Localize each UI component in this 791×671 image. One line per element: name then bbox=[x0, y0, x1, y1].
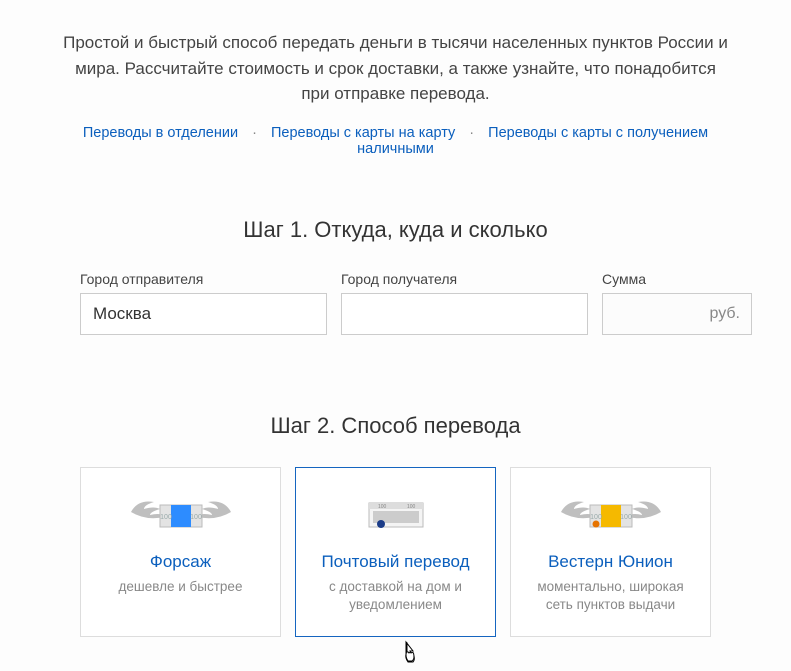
money-slot-icon: 100 100 bbox=[351, 484, 441, 540]
method-subtitle: с доставкой на дом и уведомлением bbox=[310, 578, 481, 616]
nav-links: Переводы в отделении · Переводы с карты … bbox=[50, 125, 741, 157]
method-card-western-union[interactable]: 100 100 Вестерн Юнион моментально, широк… bbox=[510, 467, 711, 637]
method-subtitle: моментально, широкая сеть пунктов выдачи bbox=[525, 578, 696, 616]
sender-city-input[interactable] bbox=[80, 293, 327, 335]
methods-row: 100 100 Форсаж дешевле и быстрее 100 100… bbox=[50, 467, 741, 637]
nav-link-branch[interactable]: Переводы в отделении bbox=[83, 125, 238, 141]
svg-text:100: 100 bbox=[407, 504, 416, 510]
method-card-forsazh[interactable]: 100 100 Форсаж дешевле и быстрее bbox=[80, 467, 281, 637]
step1-form: Город отправителя Город получателя Сумма… bbox=[50, 271, 741, 335]
winged-money-blue-icon: 100 100 bbox=[126, 484, 236, 540]
method-title: Вестерн Юнион bbox=[548, 552, 673, 572]
svg-text:100: 100 bbox=[190, 514, 202, 521]
recipient-city-input[interactable] bbox=[341, 293, 588, 335]
recipient-city-label: Город получателя bbox=[341, 271, 588, 287]
svg-text:100: 100 bbox=[590, 514, 602, 521]
method-title: Почтовый перевод bbox=[321, 552, 469, 572]
method-title: Форсаж bbox=[150, 552, 211, 572]
method-subtitle: дешевле и быстрее bbox=[119, 578, 243, 597]
currency-label: руб. bbox=[709, 305, 740, 323]
svg-text:100: 100 bbox=[160, 514, 172, 521]
method-card-postal[interactable]: 100 100 Почтовый перевод с доставкой на … bbox=[295, 467, 496, 637]
nav-link-card2card[interactable]: Переводы с карты на карту bbox=[271, 125, 455, 141]
separator-dot: · bbox=[469, 125, 474, 141]
pointer-cursor-icon bbox=[400, 640, 420, 664]
winged-money-yellow-icon: 100 100 bbox=[556, 484, 666, 540]
sender-city-label: Город отправителя bbox=[80, 271, 327, 287]
svg-text:100: 100 bbox=[378, 504, 387, 510]
svg-text:100: 100 bbox=[620, 514, 632, 521]
separator-dot: · bbox=[252, 125, 257, 141]
sum-label: Сумма bbox=[602, 271, 752, 287]
step2-title: Шаг 2. Способ перевода bbox=[50, 413, 741, 439]
step1-title: Шаг 1. Откуда, куда и сколько bbox=[50, 217, 741, 243]
intro-text: Простой и быстрый способ передать деньги… bbox=[50, 30, 741, 107]
